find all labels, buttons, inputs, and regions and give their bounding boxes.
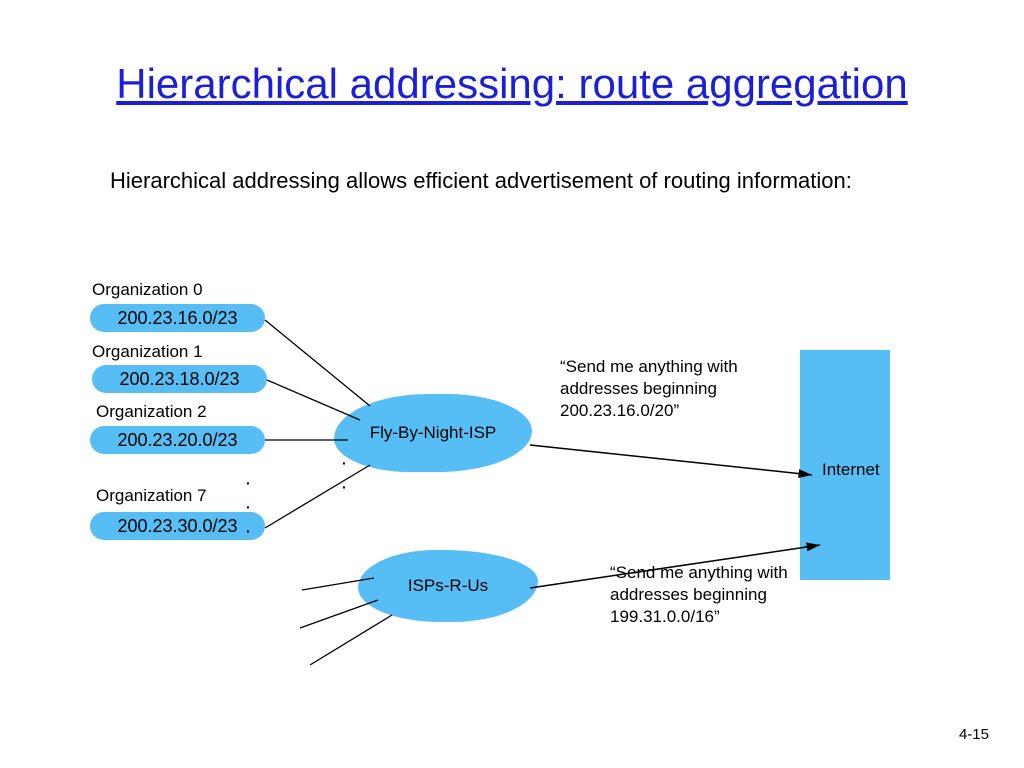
- fly-by-night-isp-node: Fly-By-Night-ISP: [334, 394, 532, 472]
- org1-label: Organization 1: [92, 342, 203, 362]
- slide-title: Hierarchical addressing: route aggregati…: [50, 60, 974, 108]
- page-number: 4-15: [959, 726, 989, 743]
- org2-cidr: 200.23.20.0/23: [90, 426, 265, 454]
- org0-label: Organization 0: [92, 280, 203, 300]
- org0-cidr: 200.23.16.0/23: [90, 304, 265, 332]
- org2-label: Organization 2: [96, 402, 207, 422]
- internet-label: Internet: [822, 460, 880, 480]
- org1-cidr: 200.23.18.0/23: [92, 365, 267, 393]
- org7-label: Organization 7: [96, 486, 207, 506]
- isps-r-us-node: ISPs-R-Us: [358, 550, 538, 622]
- org-ellipsis-icon: ···: [236, 472, 259, 544]
- announcement-1: “Send me anything with addresses beginni…: [560, 356, 760, 422]
- slide-subtitle: Hierarchical addressing allows efficient…: [110, 168, 934, 194]
- announcement-2: “Send me anything with addresses beginni…: [610, 562, 810, 628]
